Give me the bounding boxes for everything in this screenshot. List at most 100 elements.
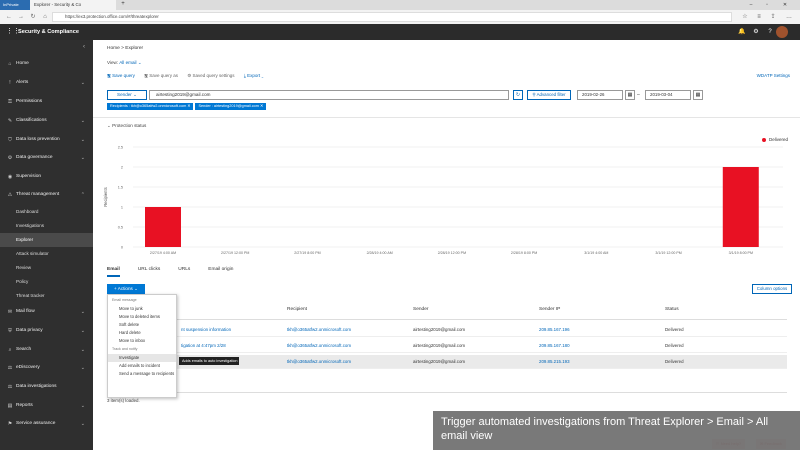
refresh-icon[interactable]: ↻ [513,90,523,100]
sidebar-item-mail-flow[interactable]: ✉ Mail flow ⌄ [0,305,93,319]
app-launcher-icon[interactable]: ⋮⋮ [6,28,20,36]
sidebar-item-home[interactable]: ⌂ Home [0,57,93,71]
end-date-field[interactable]: 2019-03-04 [645,90,691,100]
legend-label-delivered: Delivered [768,137,788,142]
sender-filter-pill[interactable]: Sender : airtesting2019@gmail.com ✕ [195,103,267,110]
sidebar-item-search[interactable]: ⌕ Search ⌄ [0,343,93,357]
sidebar-item-dashboard[interactable]: Dashboard [0,205,93,219]
sidebar-item-data-investigations[interactable]: ⚖ Data investigations [0,380,93,394]
header-sender[interactable]: Sender [413,307,428,312]
sidebar-item-investigations[interactable]: Investigations [0,219,93,233]
close-icon[interactable]: ✕ [778,0,792,10]
saved-query-settings-button[interactable]: ⚙ Saved query settings [187,73,234,78]
divider [93,117,800,118]
address-bar[interactable]: https://ex3.protection.office.com/#/thre… [52,12,732,22]
sidebar-item-supervision[interactable]: ◉ Supervision [0,170,93,184]
header-status[interactable]: Status [665,307,679,312]
sender-dropdown[interactable]: Sender ⌄ [107,90,147,100]
sidebar-item-threat-management[interactable]: ⚠ Threat management ⌃ [0,188,93,202]
tab-url-clicks[interactable]: URL clicks [138,267,160,275]
calendar-icon[interactable]: ▦ [625,90,635,100]
sidebar-item-review[interactable]: Review [0,261,93,275]
view-selector[interactable]: View: All email ⌄ [107,60,142,66]
sidebar-item-data-privacy[interactable]: ⛨ Data privacy ⌄ [0,324,93,338]
recipient-link[interactable]: tkh@o365atfw2.onmicrosoft.com [287,339,351,353]
recipient-link[interactable]: tkh@o365atfw2.onmicrosoft.com [287,323,351,337]
sidebar-item-data-governance[interactable]: ⚙ Data governance ⌄ [0,151,93,165]
actions-menu: Email message Move to junk Move to delet… [107,294,177,398]
x-tick-label: 2/27/19 12:00 PM [221,251,249,255]
menu-item-move-to-inbox[interactable]: Move to inbox [108,337,176,345]
collapse-nav-icon[interactable]: ‹ [83,44,85,50]
menu-item-investigate[interactable]: Investigate [108,354,176,362]
sender-ip-link[interactable]: 209.85.167.180 [539,339,570,353]
new-tab-button[interactable]: + [118,0,128,10]
start-date-field[interactable]: 2019-02-26 [577,90,623,100]
favorites-icon[interactable]: ☆ [740,12,750,22]
sidebar-item-permissions[interactable]: ⚿ Permissions [0,95,93,109]
refresh-icon[interactable]: ↻ [28,12,38,22]
sidebar-item-threat-tracker[interactable]: Threat tracker [0,289,93,303]
bell-icon[interactable]: 🔔 [737,27,747,37]
menu-item-move-to-junk[interactable]: Move to junk [108,305,176,313]
back-icon[interactable]: ← [4,12,14,22]
header-sender-ip[interactable]: Sender IP [539,307,560,312]
maximize-icon[interactable]: ▫ [760,0,774,10]
export-button[interactable]: ⤓ Export ⌄ [244,73,264,78]
save-query-button[interactable]: 🖫 Save query [107,73,135,78]
sender-ip-link[interactable]: 209.85.167.196 [539,323,570,337]
tab-email[interactable]: Email [107,267,120,277]
browser-tab-explorer[interactable]: Explorer - Security & Co [30,0,116,10]
app-title: Security & Compliance [18,29,79,35]
recipient-link[interactable]: tkh@o365atfw2.onmicrosoft.com [287,355,351,369]
sidebar-item-service-assurance[interactable]: ⚑ Service assurance ⌄ [0,417,93,431]
sidebar-item-attack-simulator[interactable]: Attack simulator [0,247,93,261]
minimize-icon[interactable]: – [744,0,758,10]
wdatp-settings-link[interactable]: WDATP Settings [757,73,790,78]
sidebar-item-reports[interactable]: ▤ Reports ⌄ [0,399,93,413]
actions-button[interactable]: + Actions ⌄ [107,284,145,294]
warning-icon: ⚠ [7,192,13,198]
menu-item-move-to-deleted[interactable]: Move to deleted items [108,313,176,321]
menu-item-soft-delete[interactable]: Soft delete [108,321,176,329]
save-query-as-button[interactable]: 🖫 Save query as [144,73,178,78]
subject-link[interactable]: tigation at 4:47pm 2/28 [181,339,226,353]
chevron-up-icon: ⌃ [80,192,85,198]
home-icon[interactable]: ⌂ [40,12,50,22]
help-icon[interactable]: ? [765,27,775,37]
subject-link[interactable]: nt suspension information [181,323,231,337]
sidebar-item-classifications[interactable]: ✎ Classifications ⌄ [0,114,93,128]
tab-urls[interactable]: URLs [178,267,190,275]
table-row[interactable]: nt suspension information tkh@o365atfw2.… [107,323,787,337]
forward-icon[interactable]: → [16,12,26,22]
breadcrumb[interactable]: Home > Explorer [107,46,143,51]
avatar[interactable] [776,26,788,38]
gear-icon[interactable]: ⚙ [751,27,761,37]
header-recipient[interactable]: Recipient [287,307,307,312]
tab-email-origin[interactable]: Email origin [208,267,233,275]
view-dropdown[interactable]: All email ⌄ [119,60,141,65]
chart-legend[interactable]: Delivered [761,137,788,142]
sidebar-item-ediscovery[interactable]: ⚖ eDiscovery ⌄ [0,361,93,375]
calendar-icon[interactable]: ▦ [693,90,703,100]
status-cell: Delivered [665,359,684,364]
sender-ip-link[interactable]: 209.85.215.193 [539,355,570,369]
menu-item-add-to-incident[interactable]: Add emails to incident [108,362,176,370]
more-icon[interactable]: … [784,12,794,22]
sidebar-item-label: Home [16,61,29,66]
protection-status-toggle[interactable]: ⌄ Protection status [107,123,146,129]
sidebar-item-label: eDiscovery [16,365,40,370]
recipient-filter-pill[interactable]: Recipients : tkh@o365atfw2.onmicrosoft.c… [107,103,194,110]
filter-input[interactable]: airtesting2019@gmail.com [149,90,509,100]
sidebar-item-policy[interactable]: Policy [0,275,93,289]
advanced-filter-button[interactable]: ⚲ Advanced filter [527,90,571,100]
menu-item-hard-delete[interactable]: Hard delete [108,329,176,337]
share-icon[interactable]: ⇪ [768,12,778,22]
column-options-button[interactable]: Column options [752,284,792,294]
menu-item-send-message[interactable]: Send a message to recipients [108,370,176,378]
sidebar-item-explorer[interactable]: Explorer [0,233,93,247]
table-row[interactable]: tigation at 4:47pm 2/28 tkh@o365atfw2.on… [107,339,787,353]
hub-icon[interactable]: ≡ [754,12,764,22]
sidebar-item-alerts[interactable]: ! Alerts ⌄ [0,76,93,90]
sidebar-item-dlp[interactable]: ⛉ Data loss prevention ⌄ [0,133,93,147]
